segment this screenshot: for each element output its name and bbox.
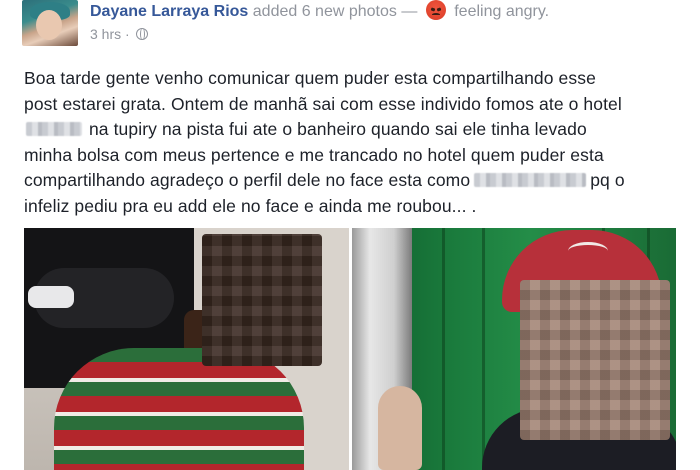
globe-icon[interactable]	[135, 27, 148, 40]
post-action-text: added 6 new photos —	[252, 3, 418, 20]
post-line: na tupiry na pista fui ate o banheiro qu…	[24, 117, 684, 143]
avatar[interactable]	[22, 0, 78, 46]
photo-1[interactable]	[24, 228, 349, 470]
photo-2[interactable]	[352, 228, 676, 470]
post-line: Boa tarde gente venho comunicar quem pud…	[24, 68, 596, 88]
post-title-line: Dayane Larraya Rios added 6 new photos —…	[90, 0, 549, 22]
pixelated-face	[202, 234, 322, 366]
post-meta: 3 hrs ·	[90, 25, 148, 43]
pixelated-face	[520, 280, 670, 440]
post-header: Dayane Larraya Rios added 6 new photos —…	[0, 0, 700, 56]
redacted-hotel-name	[26, 122, 82, 136]
avatar-face	[36, 10, 62, 40]
post-line: minha bolsa com meus pertence e me tranc…	[24, 144, 604, 165]
photo-pillow	[28, 286, 74, 308]
timestamp-link[interactable]: 3 hrs	[90, 26, 121, 42]
person-shirt	[54, 348, 304, 470]
post-line: infeliz pediu pra eu add ele no face e a…	[24, 195, 477, 216]
curtain-fold	[482, 228, 485, 470]
feeling-text: feeling angry.	[454, 3, 550, 20]
facebook-post: Dayane Larraya Rios added 6 new photos —…	[0, 0, 700, 470]
post-line: compartilhando agradeço o perfil dele no…	[24, 170, 625, 190]
photo-grid	[24, 228, 676, 470]
thumbs-up-hand	[378, 386, 422, 470]
curtain-fold	[442, 228, 445, 470]
angry-face-icon	[425, 0, 446, 20]
author-name-link[interactable]: Dayane Larraya Rios	[90, 3, 248, 20]
post-message: Boa tarde gente venho comunicar quem pud…	[24, 66, 684, 219]
cap-logo	[568, 242, 608, 260]
meta-separator: ·	[125, 26, 130, 42]
redacted-profile-name	[474, 173, 587, 187]
post-line: post estarei grata. Ontem de manhã sai c…	[24, 93, 622, 114]
